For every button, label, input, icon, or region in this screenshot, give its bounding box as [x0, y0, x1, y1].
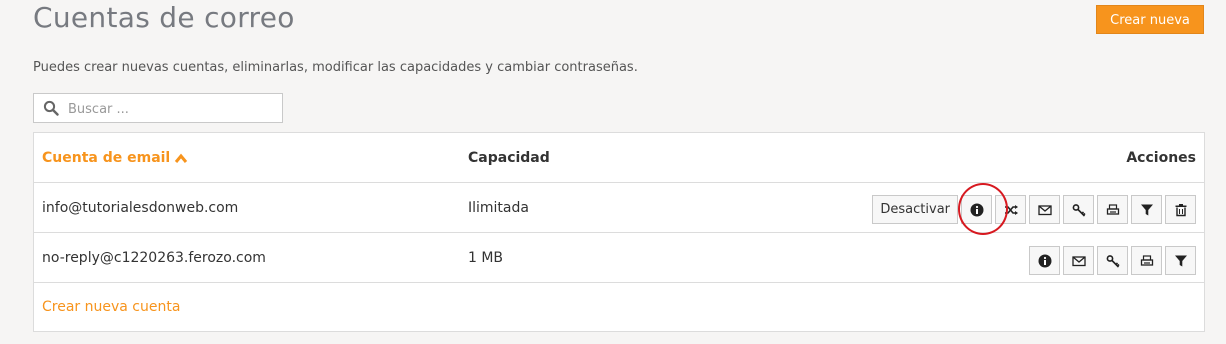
row-capacity: Ilimitada: [468, 199, 529, 216]
create-new-button[interactable]: Crear nueva: [1096, 5, 1204, 34]
info-button[interactable]: [1029, 246, 1060, 275]
info-icon: [970, 203, 983, 216]
row-capacity: 1 MB: [468, 249, 504, 266]
header-email-cell: Cuenta de email: [42, 133, 188, 182]
password-button[interactable]: [1097, 246, 1128, 275]
email-button[interactable]: [1063, 246, 1094, 275]
header-actions: Acciones: [1126, 149, 1196, 166]
info-icon: [1038, 254, 1051, 267]
sort-email-link[interactable]: Cuenta de email: [42, 150, 188, 166]
filter-icon: [1174, 255, 1187, 266]
filter-icon: [1140, 204, 1153, 215]
redirect-button[interactable]: [995, 195, 1026, 224]
row-email: info@tutorialesdonweb.com: [42, 199, 239, 216]
row-email: no-reply@c1220263.ferozo.com: [42, 249, 266, 266]
row-actions: [1026, 246, 1196, 275]
accounts-table: Cuenta de email Capacidad Acciones info@…: [33, 132, 1205, 332]
delete-button[interactable]: [1165, 195, 1196, 224]
deactivate-button[interactable]: Desactivar: [872, 195, 958, 224]
printer-icon: [1140, 254, 1153, 266]
key-icon: [1072, 203, 1086, 217]
search-box[interactable]: [33, 93, 283, 123]
page-title: Cuentas de correo: [33, 1, 295, 34]
email-button[interactable]: [1029, 195, 1060, 224]
shuffle-icon: [1004, 204, 1018, 215]
table-row: no-reply@c1220263.ferozo.com 1 MB: [34, 233, 1204, 283]
print-button[interactable]: [1131, 246, 1162, 275]
row-actions: Desactivar: [869, 195, 1196, 224]
key-icon: [1106, 254, 1120, 268]
footer-cell: Crear nueva cuenta: [42, 283, 180, 331]
create-account-link[interactable]: Crear nueva cuenta: [42, 299, 180, 315]
info-button[interactable]: [961, 195, 992, 224]
filter-button[interactable]: [1165, 246, 1196, 275]
search-icon: [43, 100, 59, 116]
chevron-up-icon: [175, 153, 188, 163]
print-button[interactable]: [1097, 195, 1128, 224]
search-input[interactable]: [66, 98, 280, 120]
trash-icon: [1175, 203, 1186, 216]
password-button[interactable]: [1063, 195, 1094, 224]
header-email-label: Cuenta de email: [42, 149, 171, 166]
header-capacity: Capacidad: [468, 149, 550, 166]
envelope-icon: [1071, 255, 1086, 266]
table-footer: Crear nueva cuenta: [34, 283, 1204, 331]
table-row: info@tutorialesdonweb.com Ilimitada Desa…: [34, 183, 1204, 233]
printer-icon: [1106, 203, 1119, 215]
page-subtitle: Puedes crear nuevas cuentas, eliminarlas…: [33, 60, 638, 75]
table-header: Cuenta de email Capacidad Acciones: [34, 133, 1204, 183]
envelope-icon: [1037, 204, 1052, 215]
filter-button[interactable]: [1131, 195, 1162, 224]
